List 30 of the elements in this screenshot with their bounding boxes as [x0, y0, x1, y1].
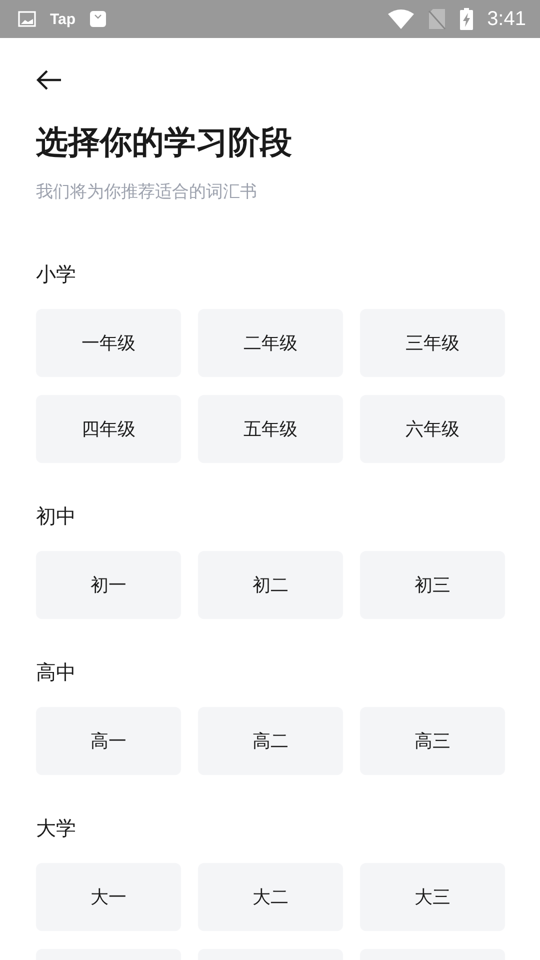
- notification-label: Tap: [50, 10, 76, 28]
- grade-button[interactable]: 二年级: [198, 309, 343, 377]
- section-label: 初中: [36, 503, 77, 530]
- back-arrow-icon: [36, 69, 62, 91]
- grade-button[interactable]: 初一: [36, 551, 181, 619]
- grade-button[interactable]: 四年级: [36, 395, 181, 463]
- grade-button[interactable]: 高二: [198, 707, 343, 775]
- wifi-icon: [388, 9, 414, 29]
- page-subtitle: 我们将为你推荐适合的词汇书: [36, 181, 258, 204]
- section-label: 高中: [36, 659, 77, 686]
- section-label: 小学: [36, 261, 77, 288]
- grade-button[interactable]: 三年级: [360, 309, 505, 377]
- grade-button[interactable]: 初二: [198, 551, 343, 619]
- section-label: 大学: [36, 815, 77, 842]
- grade-button[interactable]: 大三: [360, 863, 505, 931]
- grade-button[interactable]: 大二: [198, 863, 343, 931]
- battery-charging-icon: [460, 8, 474, 30]
- grade-button[interactable]: 高三: [360, 707, 505, 775]
- page-title: 选择你的学习阶段: [36, 122, 293, 162]
- grade-button[interactable]: 初三: [360, 551, 505, 619]
- image-icon: [18, 11, 36, 27]
- grade-button[interactable]: 一年级: [36, 309, 181, 377]
- back-button[interactable]: [36, 68, 64, 92]
- grade-button[interactable]: 高一: [36, 707, 181, 775]
- app-icon: [90, 11, 106, 27]
- status-time: 3:41: [487, 8, 526, 30]
- grade-button[interactable]: 五年级: [198, 395, 343, 463]
- grade-button[interactable]: 六年级: [360, 395, 505, 463]
- no-sim-icon: [428, 8, 446, 30]
- grade-button[interactable]: 大一: [36, 863, 181, 931]
